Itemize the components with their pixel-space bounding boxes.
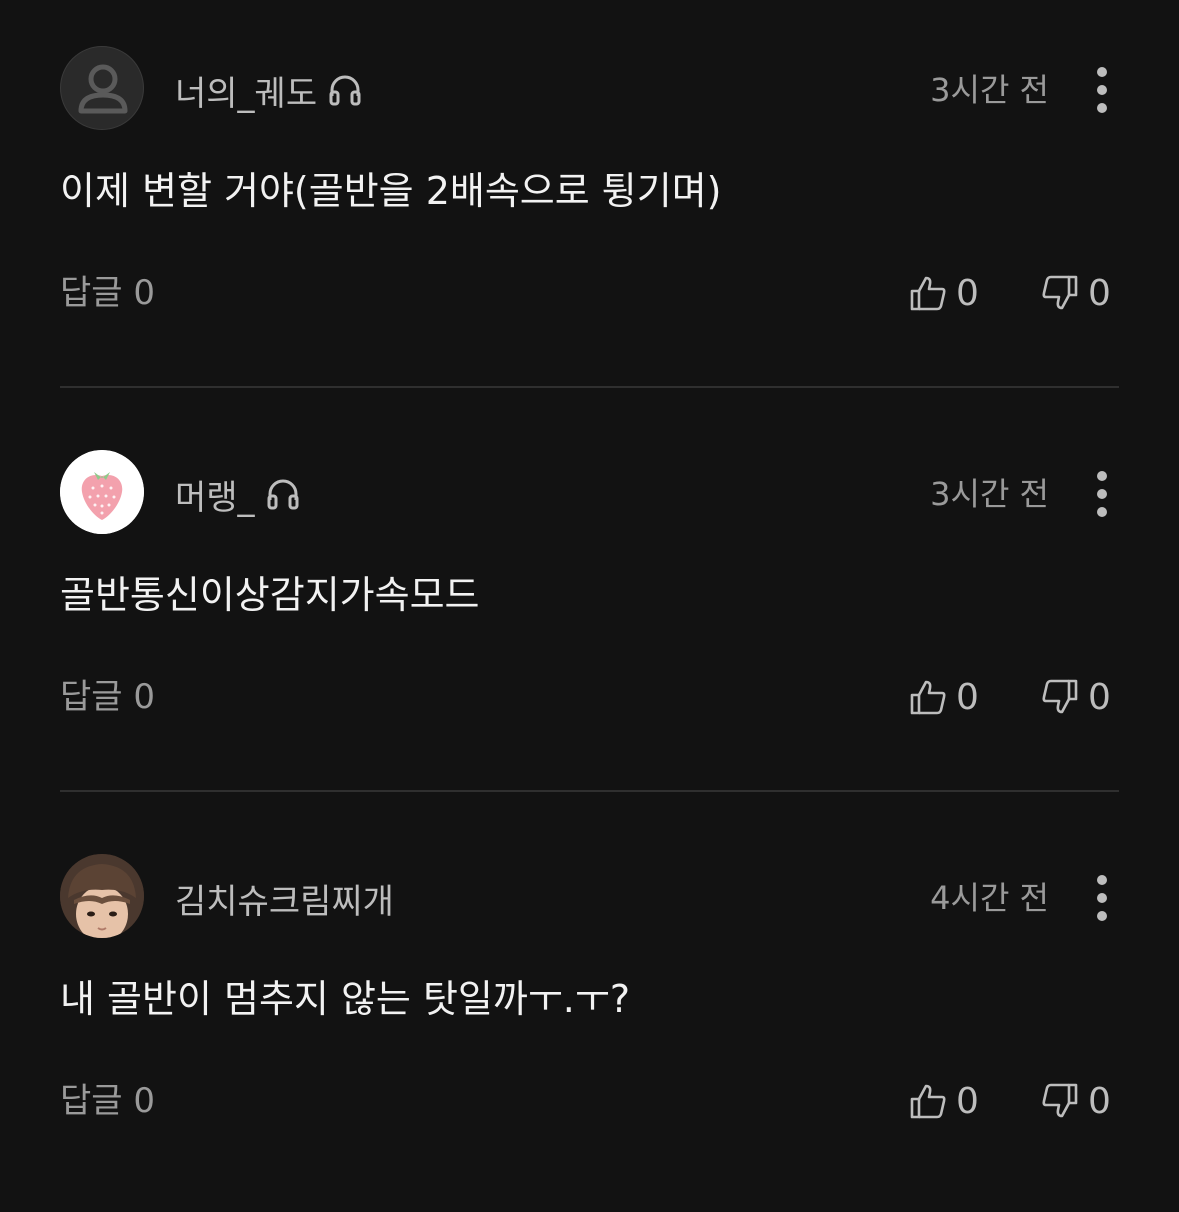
username[interactable]: 김치슈크림찌개 (175, 876, 394, 922)
comment-text: 내 골반이 멈추지 않는 탓일까ㅜ.ㅜ? (60, 977, 631, 1021)
dislike-count: 0 (1088, 272, 1111, 314)
like-count: 0 (956, 676, 979, 718)
more-vertical-icon (1097, 875, 1107, 921)
dislike-count: 0 (1088, 676, 1111, 718)
thumbs-down-icon (1042, 1083, 1078, 1118)
default-user-icon (78, 64, 128, 114)
dislike-button[interactable]: 0 (1040, 672, 1111, 722)
comment-text: 이제 변할 거야(골반을 2배속으로 튕기며) (60, 169, 722, 213)
reply-button[interactable]: 답글 0 (60, 674, 155, 720)
dislike-button[interactable]: 0 (1040, 1076, 1111, 1126)
like-button[interactable]: 0 (908, 1076, 979, 1126)
thumbs-up-icon (910, 276, 946, 311)
thumbs-down-icon (1042, 275, 1078, 310)
avatar[interactable] (60, 854, 144, 938)
like-count: 0 (956, 1080, 979, 1122)
comment-time: 3시간 전 (930, 475, 1049, 513)
dislike-count: 0 (1088, 1080, 1111, 1122)
reply-button[interactable]: 답글 0 (60, 270, 155, 316)
like-button[interactable]: 0 (908, 268, 979, 318)
dislike-button[interactable]: 0 (1040, 268, 1111, 318)
username[interactable]: 너의_궤도 (175, 68, 363, 114)
divider (60, 790, 1119, 792)
like-count: 0 (956, 272, 979, 314)
more-vertical-icon (1097, 67, 1107, 113)
comment-text: 골반통신이상감지가속모드 (60, 573, 480, 617)
comment-item: 머랭_ 3시간 전 골반통신이상감지가속모드 답글 0 0 0 (0, 404, 1179, 808)
more-options-button[interactable] (1082, 466, 1122, 522)
comment-time: 3시간 전 (930, 71, 1049, 109)
more-vertical-icon (1097, 471, 1107, 517)
strawberry-image (60, 450, 144, 534)
comment-item: 너의_궤도 3시간 전 이제 변할 거야(골반을 2배속으로 튕기며) 답글 0… (0, 0, 1179, 404)
comment-time: 4시간 전 (930, 879, 1049, 917)
headphone-icon (329, 75, 361, 106)
username[interactable]: 머랭_ (175, 472, 301, 518)
comment-item: 김치슈크림찌개 4시간 전 내 골반이 멈추지 않는 탓일까ㅜ.ㅜ? 답글 0 … (0, 808, 1179, 1212)
headphone-icon (267, 479, 299, 510)
thumbs-up-icon (910, 680, 946, 715)
thumbs-down-icon (1042, 679, 1078, 714)
more-options-button[interactable] (1082, 62, 1122, 118)
divider (60, 386, 1119, 388)
reply-button[interactable]: 답글 0 (60, 1078, 155, 1124)
avatar[interactable] (60, 450, 144, 534)
more-options-button[interactable] (1082, 870, 1122, 926)
like-button[interactable]: 0 (908, 672, 979, 722)
thumbs-up-icon (910, 1084, 946, 1119)
avatar[interactable] (60, 46, 144, 130)
person-photo (60, 854, 144, 938)
